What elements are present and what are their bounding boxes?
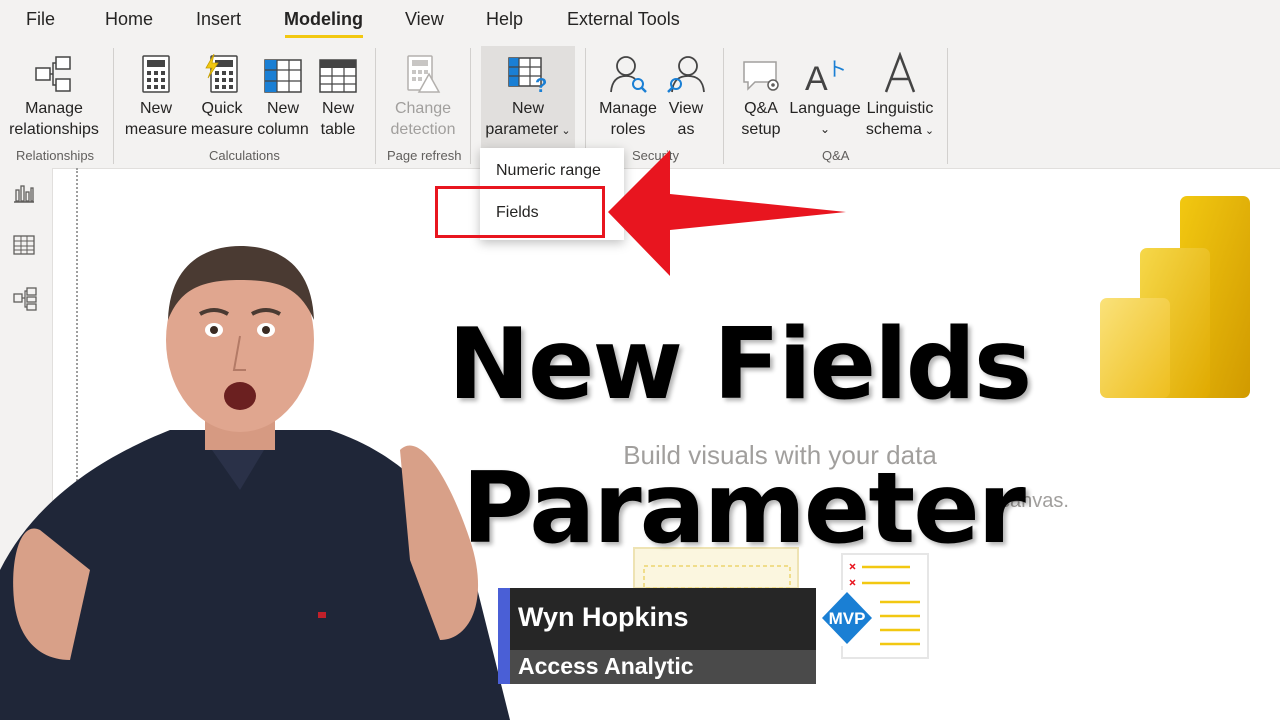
manage-roles-label-2: roles [610,121,646,138]
relationships-icon [35,56,71,92]
menu-external-tools[interactable]: External Tools [567,9,680,30]
new-column-label-2: column [257,121,309,138]
manage-relationships-label-1: Manage [25,100,83,117]
nameplate-name-bar: Wyn Hopkins [498,588,816,650]
manage-relationships-button[interactable]: Manage relationships [6,48,102,140]
presenter-company: Access Analytic [518,653,694,679]
qa-setup-icon [743,61,779,91]
nameplate-company-bar: Access Analytic [498,650,816,684]
presenter-name: Wyn Hopkins [518,602,689,632]
language-button[interactable]: A ト Language ⌄ [788,48,862,140]
svg-text:?: ? [535,75,547,94]
new-parameter-icon: ? [508,57,547,94]
presenter-photo [0,246,510,720]
chevron-down-icon: ⌄ [921,125,935,137]
linguistic-schema-label-2: schema [865,121,922,138]
change-detection-button[interactable]: Change detection [384,48,462,140]
new-measure-label-2: measure [124,121,188,138]
quick-measure-label-1: Quick [201,100,243,117]
menu-help[interactable]: Help [486,9,523,30]
table-icon [319,59,357,93]
quick-measure-icon [205,54,238,93]
new-column-button[interactable]: New column [254,48,312,140]
manage-roles-button[interactable]: Manage roles [596,48,660,140]
menu-bar: File Home Insert Modeling View Help Exte… [0,0,1280,42]
new-table-label-2: table [320,121,356,138]
active-tab-underline [285,35,363,38]
group-separator [723,48,724,164]
overlay-title-line-1: New Fields [448,308,1032,422]
power-bi-logo-icon [1100,196,1250,398]
change-detection-icon [407,55,441,93]
language-label-1: Language [789,100,861,117]
svg-text:ト: ト [827,57,847,81]
linguistic-schema-label-1: Linguistic [866,100,934,117]
change-detection-label-1: Change [394,100,452,117]
view-as-label-2: as [677,121,695,138]
menu-view[interactable]: View [405,9,444,30]
mvp-badge-text: MVP [829,609,866,628]
group-separator [947,48,948,164]
view-as-label-1: View [668,100,704,117]
manage-roles-icon [610,56,647,93]
group-label-page-refresh: Page refresh [387,148,462,163]
calculator-icon [142,55,170,93]
new-table-label-1: New [321,100,354,117]
dropdown-item-numeric-range[interactable]: Numeric range [496,162,601,180]
qa-setup-button[interactable]: Q&A setup [734,48,788,140]
fields-highlight-box [435,186,605,238]
menu-insert[interactable]: Insert [196,9,241,30]
new-measure-label-1: New [139,100,172,117]
group-separator [375,48,376,164]
change-detection-label-2: detection [390,121,456,138]
overlay-title-line-2: Parameter [462,452,1026,566]
group-separator [585,48,586,164]
chevron-down-icon: ⌄ [558,125,571,137]
menu-modeling[interactable]: Modeling [284,9,363,30]
chevron-down-icon: ⌄ [819,122,831,136]
quick-measure-label-2: measure [190,121,254,138]
new-measure-button[interactable]: New measure [124,48,188,140]
qa-setup-label-2: setup [741,121,781,138]
group-label-relationships: Relationships [16,148,95,163]
red-arrow-annotation [608,150,846,276]
mvp-badge-icon: MVP [818,590,876,646]
language-icon: A ト [805,57,847,94]
quick-measure-button[interactable]: Quick measure [190,48,254,140]
new-column-label-1: New [266,100,299,117]
group-separator [113,48,114,164]
new-table-button[interactable]: New table [314,48,362,140]
linguistic-schema-icon [884,52,916,93]
menu-file[interactable]: File [26,9,55,30]
new-column-icon [264,59,302,93]
linguistic-schema-button[interactable]: Linguistic schema ⌄ [864,48,936,142]
new-parameter-label-1: New [511,100,544,117]
manage-roles-label-1: Manage [599,100,657,117]
group-label-calculations: Calculations [209,148,280,163]
svg-text:A: A [805,60,828,94]
qa-setup-label-1: Q&A [744,100,778,117]
group-separator [470,48,471,164]
view-as-icon [667,56,705,93]
menu-home[interactable]: Home [105,9,153,30]
report-view-icon[interactable] [12,182,36,204]
view-as-button[interactable]: View as [664,48,708,140]
new-parameter-button[interactable]: ? New parameter ⌄ [481,46,575,148]
presenter-nameplate: Wyn Hopkins Access Analytic [498,588,816,684]
manage-relationships-label-2: relationships [9,121,99,138]
new-parameter-label-2: parameter [485,121,559,138]
